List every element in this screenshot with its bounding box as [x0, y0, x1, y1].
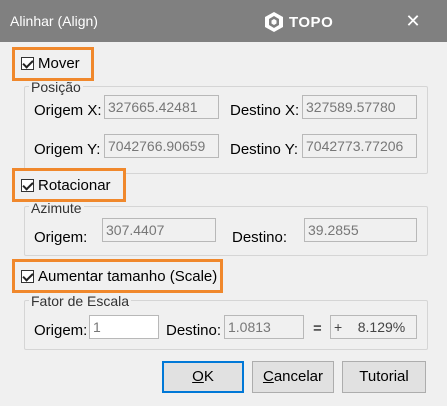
- escala-origem-label: Origem:: [34, 322, 88, 339]
- origem-x-label: Origem X:: [34, 102, 102, 119]
- azimute-destino-field[interactable]: 39.2855: [304, 218, 417, 242]
- window-title: Alinhar (Align): [10, 13, 98, 29]
- destino-y-label: Destino Y:: [230, 141, 299, 158]
- mover-checkbox[interactable]: Mover: [21, 55, 80, 72]
- azimute-group-title: Azimute: [29, 200, 84, 216]
- logo-text: TOPO: [289, 14, 334, 31]
- mover-checkbox-box[interactable]: [21, 57, 34, 70]
- equals-sign: =: [313, 320, 322, 337]
- escala-destino-label: Destino:: [166, 322, 222, 339]
- escala-origem-field[interactable]: 1: [89, 315, 159, 339]
- title-bar[interactable]: Alinhar (Align) TOPO ✕: [0, 0, 447, 42]
- origem-y-field[interactable]: 7042766.90659: [104, 134, 219, 158]
- destino-x-label: Destino X:: [230, 102, 300, 119]
- azimute-origem-label: Origem:: [34, 229, 88, 246]
- origem-x-field[interactable]: 327665.42481: [104, 95, 219, 119]
- azimute-destino-label: Destino:: [232, 229, 288, 246]
- rotacionar-checkbox-label: Rotacionar: [38, 177, 111, 194]
- cancel-button-label: ancelar: [273, 368, 324, 385]
- cancel-button-accel: C: [262, 368, 274, 385]
- close-button[interactable]: ✕: [400, 10, 426, 32]
- posicao-group-title: Posição: [29, 79, 83, 95]
- destino-x-field[interactable]: 327589.57780: [302, 95, 417, 119]
- scale-checkbox-box[interactable]: [21, 270, 34, 283]
- align-dialog: Alinhar (Align) TOPO ✕ Posição Mover Ori…: [0, 0, 447, 406]
- scale-checkbox[interactable]: Aumentar tamanho (Scale): [21, 268, 217, 285]
- fator-escala-group-title: Fator de Escala: [29, 293, 132, 309]
- topo-logo-icon: [265, 12, 283, 32]
- tutorial-button[interactable]: Tutorial: [342, 361, 426, 393]
- escala-percent-field[interactable]: + 8.129%: [330, 315, 417, 339]
- rotacionar-checkbox[interactable]: Rotacionar: [21, 177, 111, 194]
- rotacionar-checkbox-box[interactable]: [21, 179, 34, 192]
- azimute-origem-field[interactable]: 307.4407: [102, 218, 216, 242]
- mover-checkbox-label: Mover: [38, 55, 80, 72]
- destino-y-field[interactable]: 7042773.77206: [302, 134, 417, 158]
- close-icon: ✕: [405, 11, 421, 31]
- ok-button-accel: O: [192, 368, 204, 385]
- cancel-button[interactable]: Cancelar: [252, 361, 334, 393]
- ok-button-label: K: [203, 368, 214, 385]
- escala-destino-field[interactable]: 1.0813: [224, 315, 304, 339]
- origem-y-label: Origem Y:: [34, 141, 101, 158]
- scale-checkbox-label: Aumentar tamanho (Scale): [38, 268, 218, 285]
- ok-button[interactable]: OK: [162, 361, 244, 393]
